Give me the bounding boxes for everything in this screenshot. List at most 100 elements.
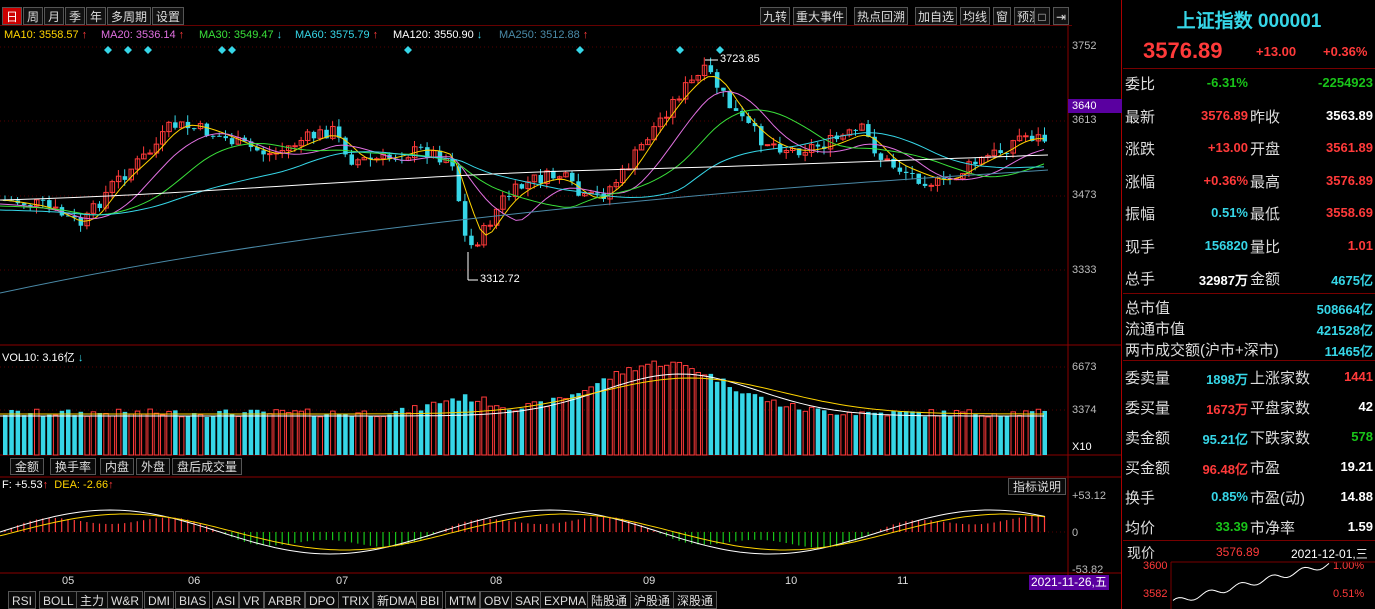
candlestick-chart[interactable] xyxy=(0,0,1121,609)
current-price-marker: 3640 xyxy=(1068,99,1122,113)
volume-arrow: ↓ xyxy=(77,352,84,364)
indicator-tab-5[interactable]: BIAS xyxy=(175,591,211,609)
candle-body xyxy=(676,98,683,101)
indicator-tab-13[interactable]: MTM xyxy=(445,591,481,609)
volume-legend: VOL10: 3.16亿 ↓ xyxy=(2,349,83,365)
indicator-tab-8[interactable]: ARBR xyxy=(264,591,306,609)
indicator-tab-10[interactable]: TRIX xyxy=(338,591,374,609)
volume-bar xyxy=(551,397,556,455)
volume-bar xyxy=(563,397,569,456)
candle-body xyxy=(866,124,871,137)
volume-bar xyxy=(387,414,392,455)
volume-tick-2: 3374 xyxy=(1072,404,1097,416)
candle-body xyxy=(853,129,858,131)
volume-bar xyxy=(425,404,430,455)
event-marker-icon[interactable] xyxy=(228,46,236,54)
indicator-tab-9[interactable]: DPO xyxy=(305,591,340,609)
volume-bar xyxy=(368,416,373,455)
event-marker-icon[interactable] xyxy=(576,46,584,54)
sub-tab-4[interactable]: 盘后成交量 xyxy=(172,458,243,475)
quote-value-right: 3563.89 xyxy=(1326,107,1373,123)
price-change: +13.00 xyxy=(1256,44,1297,59)
sub-tab-3[interactable]: 外盘 xyxy=(136,458,171,475)
event-marker-icon[interactable] xyxy=(676,46,684,54)
indicator-explain-button[interactable]: 指标说明 xyxy=(1008,478,1067,495)
volume-bar xyxy=(903,411,909,455)
volume-bar xyxy=(746,393,751,455)
candle-body xyxy=(192,128,197,130)
volume-bar xyxy=(242,412,247,455)
quote-label-right: 金额 xyxy=(1250,271,1281,288)
order-label-left: 委卖量 xyxy=(1125,370,1171,387)
indicator-tab-1[interactable]: BOLL xyxy=(39,591,78,609)
indicator-tab-6[interactable]: ASI xyxy=(212,591,240,609)
market-label: 流通市值 xyxy=(1125,321,1186,338)
quote-value-right: -2254923 xyxy=(1318,75,1373,90)
indicator-tab-11[interactable]: 新DMA xyxy=(373,591,420,609)
volume-bar xyxy=(859,411,865,456)
indicator-tab-0[interactable]: RSI xyxy=(8,591,37,609)
volume-bar xyxy=(556,397,563,456)
volume-bar xyxy=(197,414,204,456)
quote-row: 最新 3576.89 昨收 3563.89 xyxy=(1123,102,1375,132)
candle-body xyxy=(223,136,228,139)
candle-body xyxy=(40,199,46,201)
sub-tab-2[interactable]: 内盘 xyxy=(100,458,135,475)
market-row: 流通市值 421528亿 xyxy=(1123,317,1375,338)
indicator-tab-19[interactable]: 深股通 xyxy=(673,591,718,609)
event-marker-icon[interactable] xyxy=(124,46,132,54)
order-label-right: 市盈 xyxy=(1250,460,1281,477)
candle-body xyxy=(884,158,890,161)
event-marker-icon[interactable] xyxy=(104,46,112,54)
price-tick-1: 3752 xyxy=(1072,40,1097,52)
mini-price-line xyxy=(1172,563,1330,601)
indicator-tab-2[interactable]: 主力 xyxy=(76,591,109,609)
event-marker-icon[interactable] xyxy=(404,46,412,54)
sub-tab-0[interactable]: 金额 xyxy=(10,458,45,475)
kline-chart-area[interactable]: 日周月季年多周期 设置 九转 重大事件 热点回溯 加自选 均线窗预测 □ ⇥ MA10: 355… xyxy=(0,0,1122,609)
volume-bar xyxy=(519,408,525,455)
indicator-tab-14[interactable]: OBV xyxy=(480,591,514,609)
sub-tab-1[interactable]: 换手率 xyxy=(50,458,97,475)
indicator-tab-17[interactable]: 陆股通 xyxy=(587,591,632,609)
volume-bar xyxy=(9,409,14,455)
volume-bar xyxy=(985,416,991,456)
volume-bar xyxy=(462,394,468,455)
candle-body xyxy=(52,206,59,209)
volume-bar xyxy=(286,412,292,456)
volume-bar xyxy=(922,416,928,455)
quote-row: 振幅 0.51% 最低 3558.69 xyxy=(1123,199,1375,229)
candle-body xyxy=(664,116,670,119)
quote-value-left: 3576.89 xyxy=(1201,107,1248,123)
candle-body xyxy=(229,138,235,145)
quote-label-left: 涨幅 xyxy=(1125,173,1156,191)
volume-bar xyxy=(235,415,242,456)
quote-label-right: 开盘 xyxy=(1250,141,1281,158)
mini-chart[interactable]: 现价 3576.89 2021-12-01,三 3600 3582 1.00% … xyxy=(1123,540,1375,609)
indicator-tab-18[interactable]: 沪股通 xyxy=(630,591,675,609)
event-marker-icon[interactable] xyxy=(144,46,152,54)
market-row: 总市值 508664亿 xyxy=(1123,296,1375,317)
candle-body xyxy=(998,150,1003,154)
indicator-tab-4[interactable]: DMI xyxy=(144,591,174,609)
order-label-right: 下跌家数 xyxy=(1250,430,1311,447)
volume-bar xyxy=(759,396,764,455)
candle-body xyxy=(462,201,468,236)
volume-bar xyxy=(21,415,27,455)
volume-bar xyxy=(1023,410,1029,456)
market-value: 11465亿 xyxy=(1324,344,1373,359)
indicator-tab-15[interactable]: SAR xyxy=(511,591,544,609)
indicator-tab-12[interactable]: BBI xyxy=(416,591,444,609)
order-label-right: 平盘家数 xyxy=(1250,400,1311,417)
volume-bar xyxy=(103,412,109,456)
volume-bar xyxy=(141,413,147,456)
mini-intraday-line xyxy=(1170,561,1375,609)
indicator-tab-3[interactable]: W&R xyxy=(107,591,143,609)
order-label-left: 均价 xyxy=(1125,520,1156,537)
price-change-pct: +0.36% xyxy=(1323,44,1368,59)
indicator-tab-7[interactable]: VR xyxy=(239,591,264,609)
indicator-tab-16[interactable]: EXPMA xyxy=(540,591,591,609)
macd-tick-2: 0 xyxy=(1072,527,1079,539)
volume-bar xyxy=(279,409,286,456)
month-label-2: 07 xyxy=(336,575,349,587)
